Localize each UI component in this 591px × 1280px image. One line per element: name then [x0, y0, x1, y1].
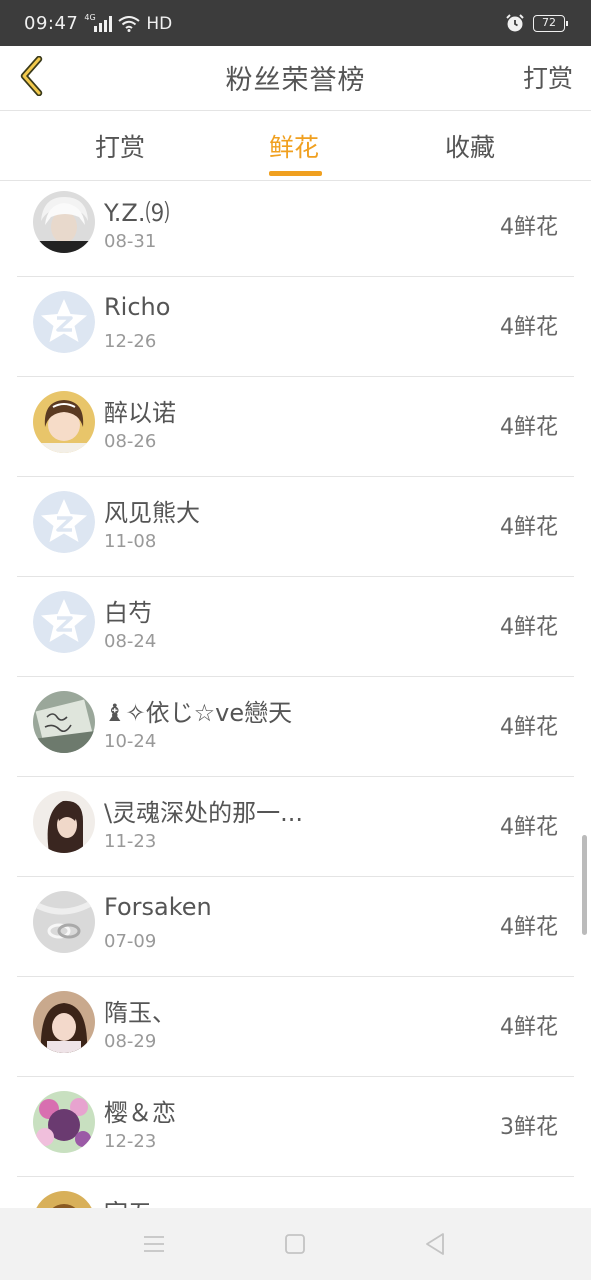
fan-date: 08-26 [104, 431, 157, 452]
fan-row[interactable]: Forsaken 07-09 4鲜花 [17, 877, 574, 977]
battery-level: 72 [542, 15, 556, 29]
fan-row[interactable]: ♝✧依じ☆ve戀天 10-24 4鲜花 [17, 677, 574, 777]
status-right: 72 [505, 13, 568, 33]
hd-indicator: HD [146, 13, 173, 34]
status-time: 09:47 [24, 13, 79, 34]
fan-date: 08-29 [104, 1031, 157, 1052]
battery-icon: 72 [533, 14, 568, 32]
flower-count: 3鲜花 [500, 1115, 558, 1140]
fan-date: 08-31 [104, 231, 157, 252]
flower-count: 4鲜花 [500, 615, 558, 640]
fan-row[interactable]: Y.Z.⑼ 08-31 4鲜花 [17, 181, 574, 277]
scrollbar[interactable] [582, 835, 587, 935]
avatar[interactable] [33, 691, 95, 753]
fan-date: 12-23 [104, 1131, 157, 1152]
signal-icon: 4G [84, 12, 113, 32]
system-nav-bar [0, 1208, 591, 1280]
fan-date: 10-24 [104, 731, 157, 752]
fan-row[interactable]: Richo 12-26 4鲜花 [17, 277, 574, 377]
fan-date: 07-09 [104, 931, 157, 952]
fan-row[interactable]: \灵魂深处的那一... 11-23 4鲜花 [17, 777, 574, 877]
fan-list[interactable]: Y.Z.⑼ 08-31 4鲜花 Richo 12-26 4鲜花 醉以诺 08-26 4鲜花 风见熊… [0, 181, 591, 1208]
fan-name: 樱＆恋 [104, 1099, 176, 1127]
avatar[interactable] [33, 491, 95, 553]
fan-name: \灵魂深处的那一... [104, 799, 303, 827]
flower-count: 4鲜花 [500, 1015, 558, 1040]
page-title: 粉丝荣誉榜 [225, 65, 366, 96]
fan-row[interactable]: 白芍 08-24 4鲜花 [17, 577, 574, 677]
avatar[interactable] [33, 891, 95, 953]
menu-icon [144, 1236, 164, 1252]
flower-count: 4鲜花 [500, 715, 558, 740]
tab-favorites[interactable]: 收藏 [445, 128, 495, 164]
fan-row[interactable]: 樱＆恋 12-23 3鲜花 [17, 1077, 574, 1177]
tab-flowers[interactable]: 鲜花 [269, 128, 319, 164]
network-type: 4G [84, 12, 96, 22]
fan-name: 风见熊大 [104, 499, 200, 527]
active-tab-indicator [269, 171, 322, 176]
avatar[interactable] [33, 791, 95, 853]
avatar[interactable] [33, 391, 95, 453]
flower-count: 4鲜花 [500, 215, 558, 240]
fan-name: Y.Z.⑼ [104, 199, 170, 227]
avatar[interactable] [33, 1091, 95, 1153]
avatar[interactable] [33, 291, 95, 353]
status-bar: 09:47 4G HD 72 [0, 0, 591, 46]
fan-name: Richo [104, 293, 171, 321]
menu-button[interactable] [140, 1230, 168, 1258]
avatar[interactable] [33, 591, 95, 653]
avatar[interactable] [33, 1191, 95, 1208]
app-header: 粉丝荣誉榜 打赏 [0, 46, 591, 111]
fan-date: 12-26 [104, 331, 157, 352]
fan-date: 11-23 [104, 831, 157, 852]
fan-row[interactable]: 醉以诺 08-26 4鲜花 [17, 377, 574, 477]
fan-name: 醉以诺 [104, 399, 176, 427]
flower-count: 4鲜花 [500, 315, 558, 340]
fan-name: 白芍 [104, 599, 152, 627]
fan-name: 隋玉、 [104, 999, 176, 1027]
wifi-icon [118, 15, 140, 32]
alarm-icon [506, 14, 524, 32]
home-button[interactable] [281, 1230, 309, 1258]
flower-count: 4鲜花 [500, 915, 558, 940]
back-button[interactable] [10, 54, 54, 98]
flower-count: 4鲜花 [500, 415, 558, 440]
avatar[interactable] [33, 991, 95, 1053]
back-triangle-icon [426, 1233, 444, 1255]
avatar[interactable] [33, 191, 95, 253]
fan-name: ♝✧依じ☆ve戀天 [104, 699, 293, 727]
status-left: 09:47 4G HD [24, 12, 173, 35]
fan-name: 宇五 [104, 1193, 152, 1208]
fan-name: Forsaken [104, 893, 212, 921]
tab-reward[interactable]: 打赏 [95, 128, 145, 164]
flower-count: 4鲜花 [500, 815, 558, 840]
fan-row[interactable]: 隋玉、 08-29 4鲜花 [17, 977, 574, 1077]
chevron-left-icon [20, 56, 43, 96]
home-square-icon [285, 1234, 305, 1254]
fan-date: 08-24 [104, 631, 157, 652]
fan-date: 11-08 [104, 531, 157, 552]
back-nav-button[interactable] [421, 1230, 449, 1258]
reward-button[interactable]: 打赏 [523, 59, 573, 95]
flower-count: 4鲜花 [500, 515, 558, 540]
fan-row[interactable]: 宇五 [17, 1177, 574, 1208]
tab-bar: 打赏 鲜花 收藏 [0, 111, 591, 181]
fan-row[interactable]: 风见熊大 11-08 4鲜花 [17, 477, 574, 577]
